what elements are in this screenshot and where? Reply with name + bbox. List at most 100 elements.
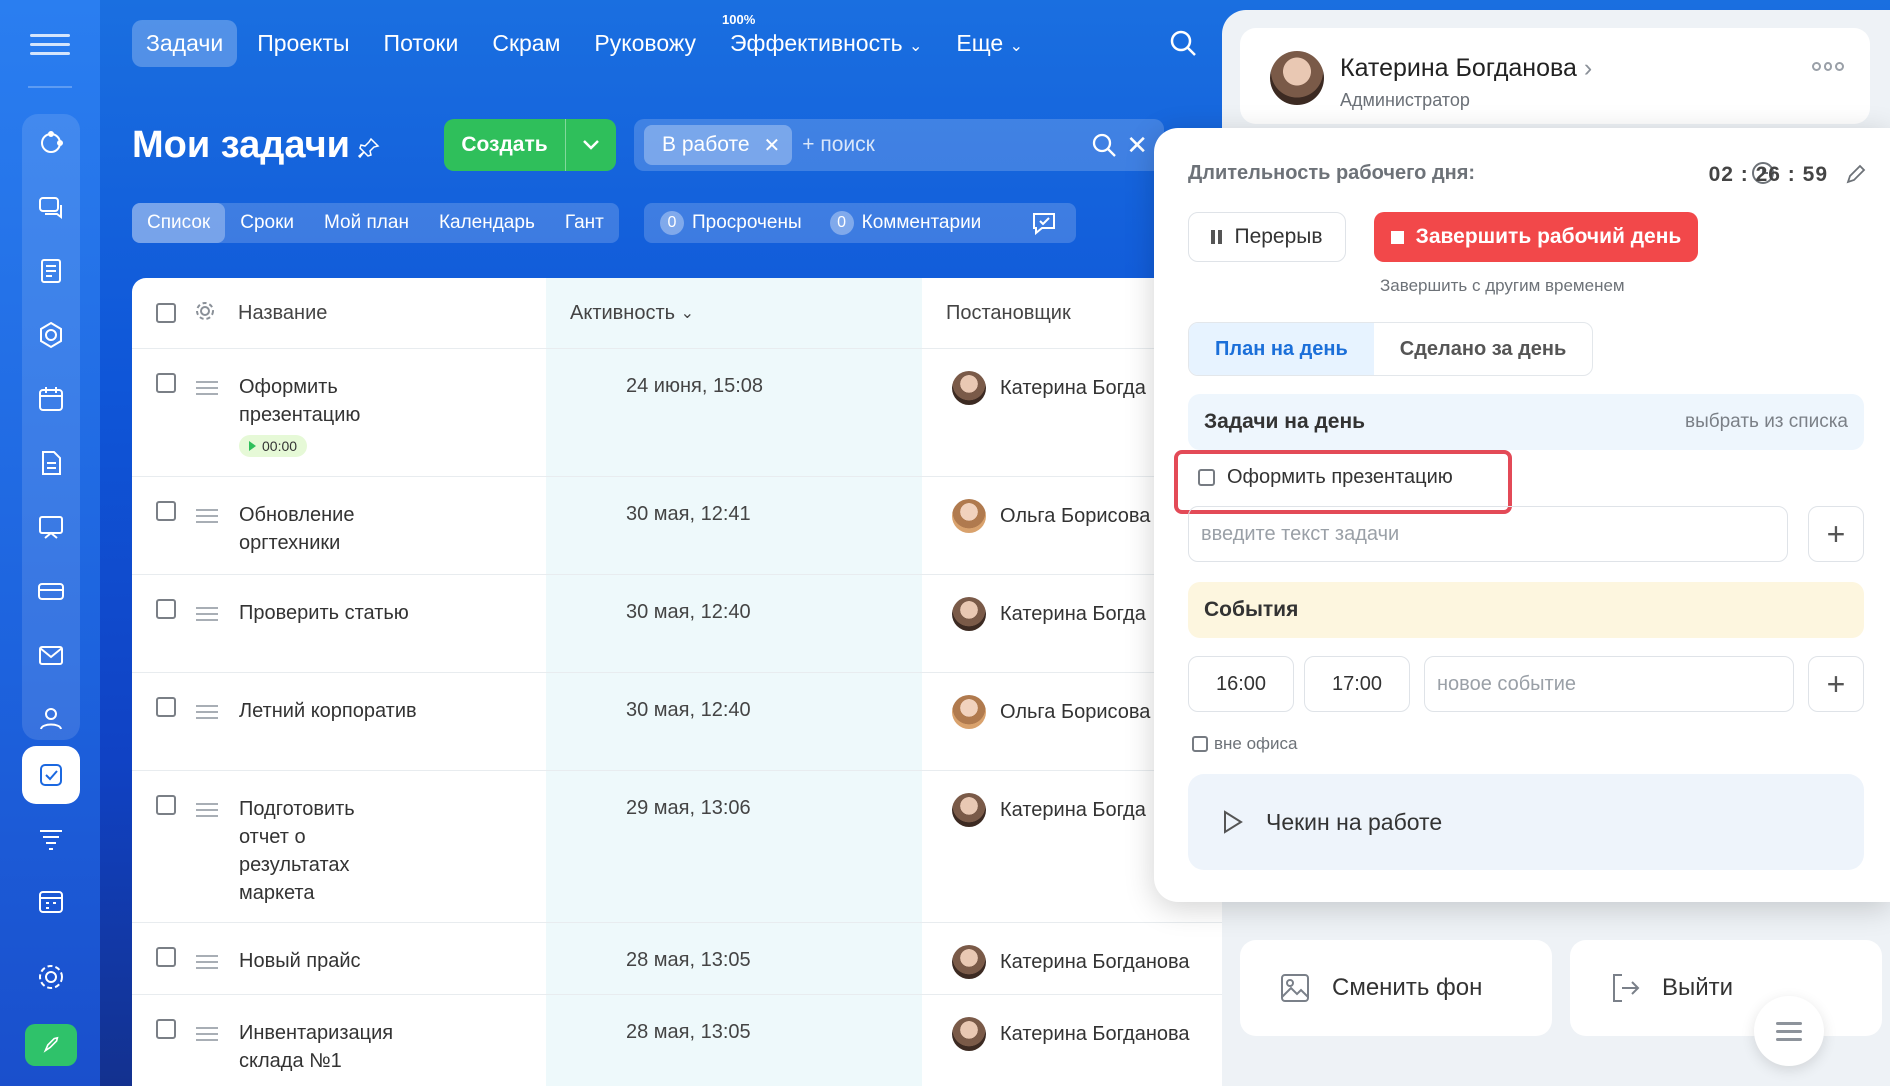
task-creator[interactable]: Катерина Богда bbox=[952, 597, 1146, 631]
menu-icon[interactable] bbox=[1754, 996, 1824, 1066]
pause-button[interactable]: Перерыв bbox=[1188, 212, 1346, 262]
tab-calendar[interactable]: Календарь bbox=[424, 203, 550, 243]
offsite-checkbox[interactable] bbox=[1192, 736, 1208, 752]
row-checkbox[interactable] bbox=[156, 373, 176, 393]
chat-icon[interactable] bbox=[22, 178, 80, 236]
task-checkbox[interactable] bbox=[1198, 469, 1215, 486]
new-event-input[interactable]: новое событие bbox=[1424, 656, 1794, 712]
change-background-button[interactable]: Сменить фон bbox=[1240, 940, 1552, 1036]
calendar-icon[interactable] bbox=[22, 370, 80, 428]
table-row[interactable]: Подготовить отчет о результатах маркета … bbox=[132, 770, 1230, 922]
nav-tasks[interactable]: Задачи bbox=[132, 19, 238, 67]
checkin-button[interactable]: Чекин на работе bbox=[1188, 774, 1864, 870]
task-name[interactable]: Инвентаризация склада №1 bbox=[239, 1019, 459, 1075]
nav-more[interactable]: Еще ⌄ bbox=[942, 20, 1037, 67]
tab-list[interactable]: Список bbox=[132, 203, 226, 243]
clear-icon[interactable]: ✕ bbox=[1126, 131, 1148, 159]
task-name[interactable]: Оформить презентацию bbox=[239, 373, 459, 429]
task-name[interactable]: Проверить статью bbox=[239, 599, 459, 627]
drag-handle-icon[interactable] bbox=[196, 1023, 218, 1045]
profile-card[interactable]: Катерина Богданова › Администратор bbox=[1240, 28, 1870, 124]
header-creator[interactable]: Постановщик bbox=[946, 278, 1071, 348]
header-name[interactable]: Название bbox=[238, 278, 327, 348]
drag-handle-icon[interactable] bbox=[196, 799, 218, 821]
table-row[interactable]: Оформить презентацию 00:00 24 июня, 15:0… bbox=[132, 348, 1230, 476]
table-row[interactable]: Новый прайс 28 мая, 13:05 Катерина Богда… bbox=[132, 922, 1230, 994]
gear-icon[interactable] bbox=[194, 300, 216, 322]
feed-icon[interactable] bbox=[22, 114, 80, 172]
task-name[interactable]: Летний корпоратив bbox=[239, 697, 459, 725]
event-end-input[interactable]: 17:00 bbox=[1304, 656, 1410, 712]
table-row[interactable]: Летний корпоратив 30 мая, 12:40 Ольга Бо… bbox=[132, 672, 1230, 770]
table-row[interactable]: Инвентаризация склада №1 28 мая, 13:05 К… bbox=[132, 994, 1230, 1086]
chat-check-icon[interactable] bbox=[1030, 209, 1058, 237]
end-workday-button[interactable]: Завершить рабочий день bbox=[1374, 212, 1698, 262]
drag-handle-icon[interactable] bbox=[196, 951, 218, 973]
tab-my-plan[interactable]: Мой план bbox=[309, 203, 424, 243]
row-checkbox[interactable] bbox=[156, 947, 176, 967]
search-icon[interactable] bbox=[1168, 28, 1198, 58]
task-creator[interactable]: Ольга Борисова bbox=[952, 499, 1150, 533]
overdue-counter[interactable]: 0 Просрочены bbox=[660, 211, 802, 235]
funnel-icon[interactable] bbox=[22, 810, 80, 868]
drag-handle-icon[interactable] bbox=[196, 505, 218, 527]
drag-handle-icon[interactable] bbox=[196, 603, 218, 625]
task-creator[interactable]: Катерина Богда bbox=[952, 793, 1146, 827]
pencil-icon[interactable] bbox=[1844, 162, 1868, 186]
task-name[interactable]: Обновление оргтехники bbox=[239, 501, 459, 557]
timer-badge[interactable]: 00:00 bbox=[239, 435, 308, 457]
nav-projects[interactable]: Проекты bbox=[243, 20, 363, 67]
search-icon[interactable] bbox=[1090, 131, 1118, 159]
table-row[interactable]: Обновление оргтехники 30 мая, 12:41 Ольг… bbox=[132, 476, 1230, 574]
close-icon[interactable]: ✕ bbox=[764, 133, 781, 158]
logout-button[interactable]: Выйти bbox=[1570, 940, 1882, 1036]
create-button[interactable]: Создать bbox=[444, 119, 616, 171]
hexagon-icon[interactable] bbox=[22, 306, 80, 364]
search-input[interactable]: + поиск bbox=[802, 133, 875, 157]
event-start-input[interactable]: 16:00 bbox=[1188, 656, 1294, 712]
pin-icon[interactable] bbox=[357, 136, 381, 160]
add-event-button[interactable]: + bbox=[1808, 656, 1864, 712]
chevron-down-icon[interactable] bbox=[566, 119, 616, 171]
task-creator[interactable]: Ольга Борисова bbox=[952, 695, 1150, 729]
filter-bar[interactable]: В работе ✕ + поиск ✕ bbox=[634, 119, 1164, 171]
nav-flows[interactable]: Потоки bbox=[370, 20, 473, 67]
rocket-icon[interactable] bbox=[25, 1024, 77, 1066]
header-activity[interactable]: Активность ⌄ bbox=[570, 278, 694, 348]
nav-manage[interactable]: Руковожу bbox=[580, 20, 710, 67]
task-name[interactable]: Подготовить отчет о результатах маркета bbox=[239, 795, 399, 907]
drag-handle-icon[interactable] bbox=[196, 377, 218, 399]
tasks-icon[interactable] bbox=[22, 746, 80, 804]
more-icon[interactable] bbox=[1812, 62, 1845, 76]
card-icon[interactable] bbox=[22, 562, 80, 620]
nav-efficiency[interactable]: 100% Эффективность ⌄ bbox=[716, 12, 936, 67]
mail-icon[interactable] bbox=[22, 626, 80, 684]
row-checkbox[interactable] bbox=[156, 795, 176, 815]
tab-plan-day[interactable]: План на день bbox=[1189, 323, 1374, 375]
menu-icon[interactable] bbox=[24, 28, 76, 56]
drag-handle-icon[interactable] bbox=[196, 701, 218, 723]
row-checkbox[interactable] bbox=[156, 599, 176, 619]
row-checkbox[interactable] bbox=[156, 697, 176, 717]
task-text-input[interactable]: введите текст задачи bbox=[1188, 506, 1788, 562]
file-icon[interactable] bbox=[22, 434, 80, 492]
task-creator[interactable]: Катерина Богданова bbox=[952, 945, 1190, 979]
row-checkbox[interactable] bbox=[156, 501, 176, 521]
schedule-icon[interactable] bbox=[22, 872, 80, 930]
filter-chip[interactable]: В работе ✕ bbox=[644, 125, 793, 165]
day-task-item[interactable]: Оформить презентацию bbox=[1198, 466, 1453, 489]
end-other-time-link[interactable]: Завершить с другим временем bbox=[1380, 276, 1625, 296]
select-all-checkbox[interactable] bbox=[156, 303, 176, 323]
tab-gantt[interactable]: Гант bbox=[550, 203, 619, 243]
add-task-button[interactable]: + bbox=[1808, 506, 1864, 562]
row-checkbox[interactable] bbox=[156, 1019, 176, 1039]
profile-name[interactable]: Катерина Богданова › bbox=[1340, 54, 1592, 83]
nav-scrum[interactable]: Скрам bbox=[478, 20, 574, 67]
task-creator[interactable]: Катерина Богданова bbox=[952, 1017, 1190, 1051]
board-icon[interactable] bbox=[22, 498, 80, 556]
documents-icon[interactable] bbox=[22, 242, 80, 300]
task-creator[interactable]: Катерина Богда bbox=[952, 371, 1146, 405]
tab-done-day[interactable]: Сделано за день bbox=[1374, 323, 1592, 375]
choose-from-list-link[interactable]: выбрать из списка bbox=[1685, 411, 1848, 433]
users-icon[interactable] bbox=[22, 690, 80, 748]
